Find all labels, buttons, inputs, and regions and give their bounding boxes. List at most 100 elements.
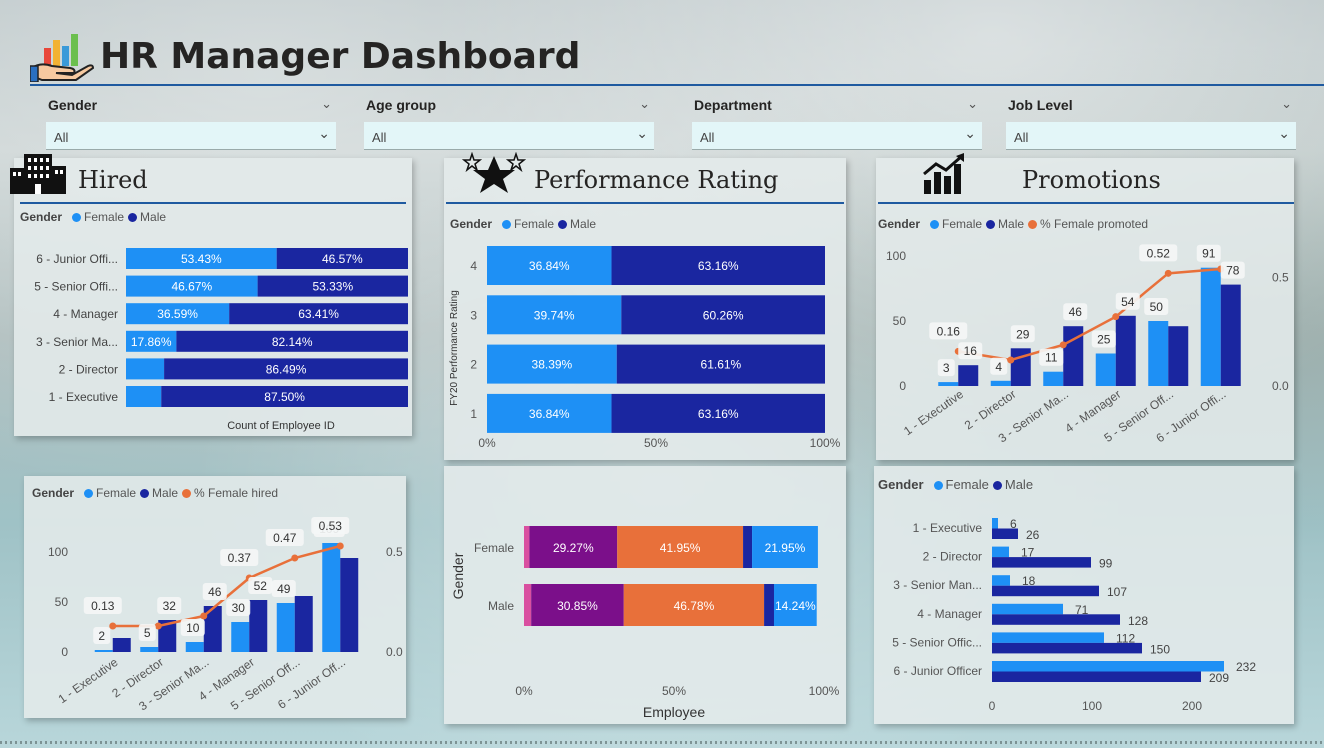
gender-dropdown[interactable]: All ⌄ — [46, 122, 336, 150]
trend-point — [1059, 341, 1067, 349]
legend: Gender Female Male — [20, 210, 166, 224]
gender-slicer[interactable]: Gender ⌄ All ⌄ — [46, 94, 336, 152]
data-label: 6 — [1010, 517, 1017, 531]
slicer-value: All — [54, 130, 69, 145]
y-axis-title: Gender — [450, 552, 466, 599]
chevron-down-icon[interactable]: ⌄ — [1281, 96, 1292, 112]
data-label: 0.16 — [937, 324, 961, 338]
age-group-slicer[interactable]: Age group ⌄ All ⌄ — [364, 94, 654, 152]
bar-segment — [743, 526, 753, 568]
chevron-down-icon[interactable]: ⌄ — [967, 96, 978, 112]
legend: Gender Female Male — [878, 477, 1033, 492]
slicer-label: Gender — [48, 97, 98, 113]
legend-title: Gender — [878, 217, 921, 231]
data-label: 0.37 — [228, 551, 252, 565]
trend-point — [336, 542, 344, 550]
header-divider — [30, 84, 1324, 86]
female-bar — [992, 603, 1063, 615]
hired-combo-card: Gender Female Male % Female hired 0 50 100 0.0… — [24, 476, 406, 718]
performance-card: Performance Rating Gender Female Male FY20… — [444, 151, 846, 460]
male-bar — [992, 671, 1201, 682]
hired-card: Hired Gender Female Male 6 - Junior Offi..… — [10, 154, 412, 436]
y2-tick-label: 0.0 — [1272, 379, 1289, 393]
female-bar — [276, 603, 295, 652]
x-tick-label: 50% — [644, 436, 668, 450]
page-border — [0, 741, 1324, 744]
bar-segment — [764, 584, 774, 626]
data-label: 209 — [1209, 671, 1229, 685]
x-tick-label: 1 - Executive — [56, 655, 121, 706]
x-tick-label: 50% — [662, 684, 686, 698]
promotions-horizontal-card: Gender Female Male 1 - Executive 6 26 2 - Dir… — [874, 466, 1294, 724]
male-bar — [294, 596, 313, 652]
department-dropdown[interactable]: All ⌄ — [692, 122, 982, 150]
data-label: 29.27% — [553, 541, 594, 555]
chevron-down-icon[interactable]: ⌄ — [321, 96, 332, 112]
bar-segment — [126, 386, 162, 407]
data-label: 91 — [1202, 247, 1216, 261]
data-label: 17 — [1021, 546, 1035, 560]
bar-segment — [126, 358, 165, 380]
data-label: 18 — [1022, 574, 1036, 588]
female-bar — [140, 647, 159, 652]
data-label: 46.57% — [322, 252, 363, 266]
data-label: 36.84% — [529, 259, 570, 273]
department-slicer[interactable]: Department ⌄ All ⌄ — [692, 94, 982, 152]
male-bar — [992, 614, 1120, 625]
data-label: 3 — [943, 361, 950, 375]
data-label: 30 — [232, 601, 246, 615]
category-label: 3 — [470, 308, 477, 322]
legend-male-label: Male — [140, 210, 167, 224]
trend-point — [1007, 356, 1015, 364]
trend-point — [1112, 313, 1120, 321]
chevron-down-icon: ⌄ — [636, 125, 648, 141]
age-group-dropdown[interactable]: All ⌄ — [364, 122, 654, 150]
data-label: 46.78% — [674, 599, 715, 613]
female-bar — [1043, 371, 1064, 386]
slicer-value: All — [372, 130, 387, 145]
slicer-value: All — [1014, 130, 1029, 145]
data-label: 61.61% — [701, 358, 742, 372]
chevron-down-icon[interactable]: ⌄ — [639, 96, 650, 112]
trend-point — [1164, 269, 1172, 277]
card-divider — [446, 202, 844, 204]
job-level-dropdown[interactable]: All ⌄ — [1006, 122, 1296, 150]
data-label: 36.59% — [157, 307, 198, 321]
data-label: 46 — [208, 585, 222, 599]
data-label: 0.13 — [91, 599, 115, 613]
data-label: 54 — [1121, 295, 1135, 309]
data-label: 232 — [1236, 660, 1256, 674]
hired-combo-chart: 0501000.00.51 - Executive2 - Director3 -… — [48, 517, 403, 714]
legend: Gender Female Male % Female promoted — [878, 217, 1148, 231]
hired-stacked-chart: 6 - Junior Offi... 53.43% 46.57% 5 - Senior… — [34, 248, 408, 432]
x-axis-title: Employee — [643, 704, 705, 720]
female-bar — [992, 632, 1104, 643]
legend-male-swatch — [140, 489, 150, 498]
male-bar — [1115, 315, 1136, 386]
slicer-label: Job Level — [1008, 97, 1073, 113]
male-bar — [1220, 284, 1241, 386]
x-tick-label: 100 — [1082, 699, 1102, 713]
data-label: 78 — [1226, 264, 1240, 278]
y-tick-label: 0 — [61, 645, 68, 659]
x-tick-label: 1 - Executive — [901, 387, 966, 438]
data-label: 11 — [1045, 351, 1058, 365]
data-label: 128 — [1128, 614, 1148, 628]
data-label: 63.41% — [298, 307, 339, 321]
x-axis-title: Count of Employee ID — [227, 420, 335, 432]
bar-segment — [524, 584, 532, 626]
trend-point — [109, 622, 117, 630]
legend-male-swatch — [128, 213, 138, 222]
category-label: 2 — [470, 358, 477, 372]
data-label: 36.84% — [529, 407, 570, 421]
category-label: 6 - Junior Offi... — [36, 252, 118, 266]
employee-gender-chart: Female 29.27% 41.95% 21.95% Male 30.85% 46.78%… — [450, 526, 840, 720]
data-label: 53.43% — [181, 252, 222, 266]
job-level-slicer[interactable]: Job Level ⌄ All ⌄ — [1006, 94, 1296, 152]
data-label: 49 — [277, 582, 291, 596]
data-label: 0.53 — [319, 519, 343, 533]
legend-female-label: Female — [514, 217, 555, 231]
data-label: 107 — [1107, 585, 1127, 599]
category-label: 4 — [470, 259, 477, 273]
y-tick-label: 50 — [55, 595, 69, 609]
